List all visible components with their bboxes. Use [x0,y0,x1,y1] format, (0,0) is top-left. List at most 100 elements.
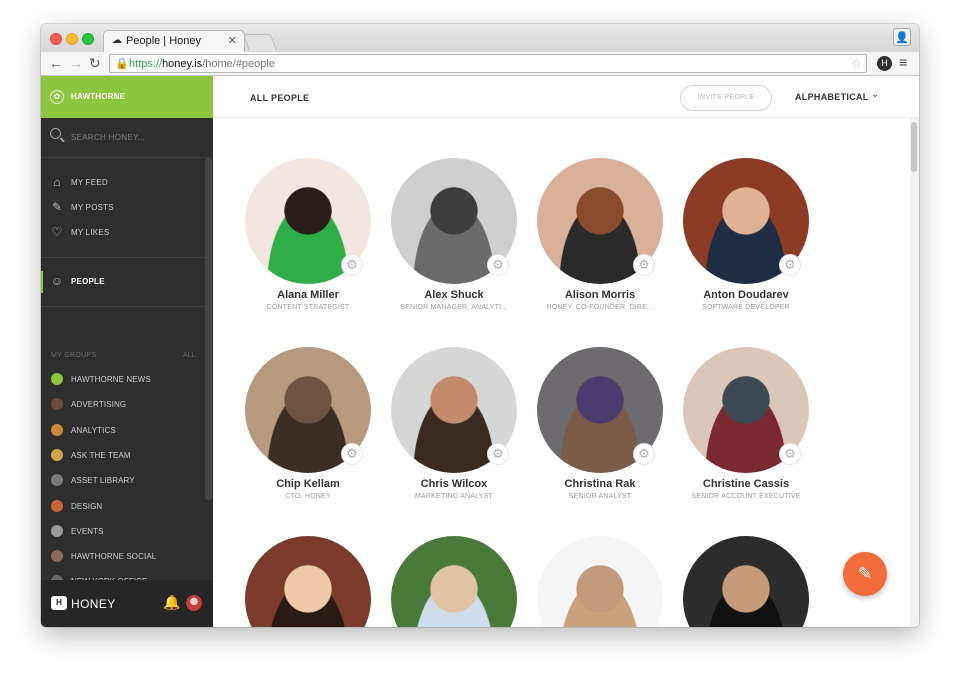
person-name[interactable]: Chip Kellam [235,478,381,490]
lock-icon: 🔒 [115,58,129,70]
person-card[interactable]: ⚙ [235,536,381,627]
sidebar-group-item[interactable]: HAWTHORNE NEWS [41,369,206,389]
person-title: CTO, HONEY [285,493,331,500]
person-card[interactable]: ⚙ Christina Rak SENIOR ANALYST [527,347,673,517]
main-header: ALL PEOPLE INVITE PEOPLE ALPHABETICAL ⌄ [213,76,919,118]
minimize-window-button[interactable] [66,33,78,45]
reload-icon[interactable]: ↻ [89,55,101,71]
close-window-button[interactable] [50,33,62,45]
browser-toolbar: ← → ↻ 🔒 https://honey.is/home/#people ☆ … [41,52,919,76]
group-avatar-icon [51,474,63,487]
tab-title: People | Honey [126,35,202,47]
org-name: HAWTHORNE [71,92,126,101]
person-card[interactable]: ⚙ Anton Doudarev SOFTWARE DEVELOPER [673,158,819,328]
sidebar-footer: H HONEY 🔔 [41,580,213,627]
sidebar-group-label: HAWTHORNE SOCIAL [71,552,157,562]
groups-all-link[interactable]: ALL [183,352,195,359]
gear-icon[interactable]: ⚙ [779,254,801,276]
person-card[interactable]: ⚙ Chris Wilcox MARKETING ANALYST [381,347,527,517]
search-placeholder: SEARCH HONEY... [71,133,146,142]
person-card[interactable]: ⚙ Alex Shuck SENIOR MANAGER, ANALYTI... [381,158,527,328]
gear-icon[interactable]: ⚙ [633,254,655,276]
person-title: MARKETING ANALYST [415,493,493,500]
sidebar-group-label: ANALYTICS [71,425,116,435]
person-name[interactable]: Chris Wilcox [381,478,527,490]
gear-icon[interactable]: ⚙ [487,254,509,276]
person-avatar[interactable] [537,536,663,627]
browser-window: ☁ People | Honey ✕ 👤 ← → ↻ 🔒 https://hon… [41,24,919,627]
person-card[interactable]: ⚙ [381,536,527,627]
main-scrollbar-track [910,118,919,627]
search-input[interactable]: SEARCH HONEY... [41,118,213,158]
person-card[interactable]: ⚙ Christine Cassis SENIOR ACCOUNT EXECUTIV… [673,347,819,517]
sidebar-group-item[interactable]: EVENTS [41,521,206,541]
sidebar-item-label: MY POSTS [71,203,114,212]
person-name[interactable]: Christine Cassis [673,478,819,490]
active-indicator [41,271,43,293]
group-avatar-icon [51,373,63,385]
browser-profile-icon[interactable]: 👤 [893,28,911,46]
compose-button[interactable]: ✎ [843,552,887,596]
person-card[interactable]: ⚙ [527,536,673,627]
group-avatar-icon [51,499,63,512]
person-name[interactable]: Anton Doudarev [673,289,819,301]
back-arrow-icon[interactable]: ← [49,55,63,71]
browser-menu-icon[interactable]: ≡ [899,54,907,70]
sidebar-group-item[interactable]: ADVERTISING [41,394,206,414]
main-scrollbar-thumb[interactable] [911,122,917,172]
user-avatar[interactable] [186,595,202,611]
search-icon [50,128,61,139]
sidebar-group-item[interactable]: ASK THE TEAM [41,445,206,465]
address-bar[interactable]: 🔒 https://honey.is/home/#people ☆ [109,54,867,73]
person-card[interactable]: ⚙ Chip Kellam CTO, HONEY [235,347,381,517]
url-text[interactable]: https://honey.is/home/#people [129,58,275,70]
person-avatar[interactable] [245,536,371,627]
person-name[interactable]: Alison Morris [527,289,673,301]
person-avatar[interactable] [391,536,517,627]
person-name[interactable]: Alex Shuck [381,289,527,301]
browser-tab-people[interactable]: ☁ People | Honey ✕ [103,30,245,52]
new-tab-button[interactable] [242,34,278,51]
person-card[interactable]: ⚙ Alana Miller CONTENT STRATEGIST [235,158,381,328]
gear-icon[interactable]: ⚙ [341,254,363,276]
sidebar-group-label: ADVERTISING [71,400,127,410]
sidebar-item-people[interactable]: ☺ PEOPLE [41,271,213,293]
person-title: SENIOR ACCOUNT EXECUTIVE [691,493,801,500]
person-name[interactable]: Alana Miller [235,289,381,301]
people-icon: ☺ [50,274,64,288]
sidebar-group-label: HAWTHORNE NEWS [71,375,151,384]
person-avatar[interactable] [683,536,809,627]
invite-people-button[interactable]: INVITE PEOPLE [680,85,772,111]
sidebar-divider [41,257,206,258]
sidebar-group-item[interactable]: ASSET LIBRARY [41,470,206,490]
edit-icon: ✎ [51,200,63,214]
sidebar-item-my-posts[interactable]: ✎ MY POSTS [41,197,213,219]
org-header[interactable]: ✿ HAWTHORNE [41,76,213,118]
sidebar-divider [41,306,206,307]
sidebar-group-item[interactable]: HAWTHORNE SOCIAL [41,546,206,566]
gear-icon[interactable]: ⚙ [487,443,509,465]
gear-icon[interactable]: ⚙ [341,443,363,465]
person-name[interactable]: Christina Rak [527,478,673,490]
tab-close-icon[interactable]: ✕ [228,34,237,47]
gear-icon[interactable]: ⚙ [779,443,801,465]
extension-icon[interactable]: H [877,56,892,71]
sidebar-item-label: MY FEED [71,178,108,187]
sidebar-group-item[interactable]: DESIGN [41,496,206,516]
gear-icon[interactable]: ⚙ [633,443,655,465]
sidebar-item-my-likes[interactable]: ♡ MY LIKES [41,222,213,244]
person-card[interactable]: ⚙ Alison Morris HONEY. CO-FOUNDER. DIRE... [527,158,673,328]
person-card[interactable]: ⚙ [673,536,819,627]
forward-arrow-icon[interactable]: → [69,55,83,71]
bookmark-star-icon[interactable]: ☆ [850,56,862,72]
chevron-down-icon[interactable]: ⌄ [871,89,879,100]
sidebar-group-label: DESIGN [71,501,103,511]
sidebar-scrollbar[interactable] [205,158,212,500]
main-content: ALL PEOPLE INVITE PEOPLE ALPHABETICAL ⌄ … [213,76,919,627]
sort-dropdown[interactable]: ALPHABETICAL [795,92,869,102]
zoom-window-button[interactable] [82,33,94,45]
notification-bell-icon[interactable]: 🔔 [163,594,180,611]
person-title: SOFTWARE DEVELOPER [702,304,790,311]
sidebar-item-my-feed[interactable]: ⌂ MY FEED [41,172,213,194]
sidebar-group-item[interactable]: ANALYTICS [41,420,206,440]
